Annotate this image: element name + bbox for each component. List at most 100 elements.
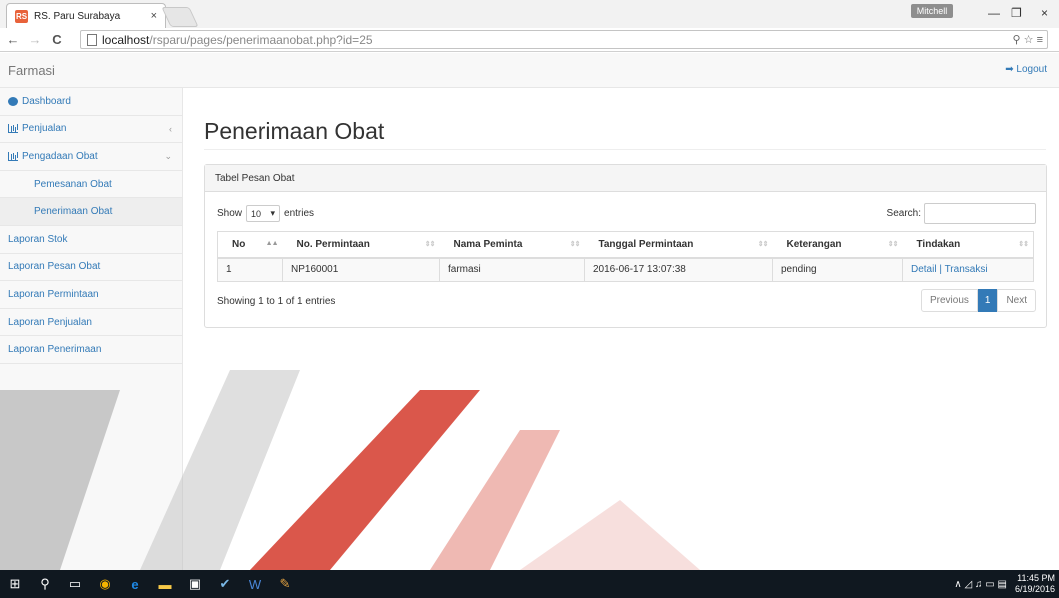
sidebar-item-penjualan[interactable]: Penjualan ‹: [0, 116, 182, 144]
sidebar-item-laporan-penjualan[interactable]: Laporan Penjualan: [0, 309, 182, 337]
table-header-row: No ▲▲ No. Permintaan ⇕⇕ Nama Peminta ⇕⇕ Tan…: [217, 231, 1034, 259]
column-header-no[interactable]: No ▲▲: [217, 231, 283, 259]
table-row: 1 NP160001 farmasi 2016-06-17 13:07:38 p…: [217, 257, 1034, 282]
sidebar-item-laporan-stok[interactable]: Laporan Stok: [0, 226, 182, 254]
store-icon[interactable]: ▣: [180, 570, 210, 598]
cell-tindakan: Detail | Transaksi: [902, 257, 1034, 282]
previous-button[interactable]: Previous: [920, 289, 978, 312]
reload-icon[interactable]: C: [48, 32, 66, 47]
sidebar-item-label: Penjualan: [22, 123, 67, 135]
column-header-no-permintaan[interactable]: No. Permintaan ⇕⇕: [282, 231, 440, 259]
cell-keterangan: pending: [772, 257, 903, 282]
search-icon[interactable]: ⚲: [30, 570, 60, 598]
sort-icon: ⇕⇕: [887, 241, 899, 248]
windows-start-icon[interactable]: ⊞: [0, 570, 30, 598]
sidebar-item-penerimaan-obat[interactable]: Penerimaan Obat: [0, 198, 182, 226]
divider: [204, 149, 1046, 150]
cell-tanggal: 2016-06-17 13:07:38: [584, 257, 773, 282]
favicon-icon: RS: [15, 9, 28, 23]
brand[interactable]: Farmasi: [8, 63, 55, 78]
table-info: Showing 1 to 1 of 1 entries: [217, 296, 336, 307]
top-navbar: Farmasi ➡ Logout: [0, 53, 1059, 88]
checkmark-app-icon[interactable]: ✔: [210, 570, 240, 598]
next-button[interactable]: Next: [997, 289, 1036, 312]
column-header-tindakan[interactable]: Tindakan ⇕⇕: [902, 231, 1034, 259]
tab-title: RS. Paru Surabaya: [34, 10, 121, 22]
sort-icon: ⇕⇕: [569, 241, 581, 248]
data-table: No ▲▲ No. Permintaan ⇕⇕ Nama Peminta ⇕⇕ Tan…: [217, 231, 1034, 282]
browser-tab-bar: RS RS. Paru Surabaya × Mitchell — ❐ ×: [0, 0, 1059, 28]
sort-asc-icon: ▲▲: [265, 240, 279, 247]
clock[interactable]: 11:45 PM 6/19/2016: [1015, 573, 1059, 595]
tray-icons[interactable]: ∧ ◿ ♫ ▭ ▤: [954, 579, 1007, 590]
edge-icon[interactable]: e: [120, 570, 150, 598]
cell-nama-peminta: farmasi: [439, 257, 585, 282]
system-tray: ∧ ◿ ♫ ▭ ▤ 11:45 PM 6/19/2016: [954, 570, 1059, 598]
sidebar-item-laporan-permintaan[interactable]: Laporan Permintaan: [0, 281, 182, 309]
panel-heading: Tabel Pesan Obat: [205, 165, 1046, 192]
back-icon[interactable]: ←: [4, 32, 22, 47]
url-input[interactable]: localhost/rsparu/pages/penerimaanobat.ph…: [80, 30, 1048, 49]
sort-icon: ⇕⇕: [424, 241, 436, 248]
task-view-icon[interactable]: ▭: [60, 570, 90, 598]
bar-chart-icon: [8, 151, 18, 161]
tab-close-icon[interactable]: ×: [151, 10, 157, 22]
chrome-icon[interactable]: ◉: [90, 570, 120, 598]
paint-icon[interactable]: ✎: [270, 570, 300, 598]
sort-icon: ⇕⇕: [1018, 241, 1029, 248]
caret-down-icon: ▾: [270, 208, 276, 218]
forward-icon[interactable]: →: [26, 32, 44, 47]
column-header-tanggal-permintaan[interactable]: Tanggal Permintaan ⇕⇕: [584, 231, 773, 259]
sidebar-item-label: Dashboard: [22, 95, 71, 107]
restore-icon[interactable]: ❐: [1011, 6, 1022, 20]
entries-value: 10: [251, 208, 262, 219]
url-path: /rsparu/pages/penerimaanobat.php?id=25: [149, 32, 373, 47]
page-1-button[interactable]: 1: [977, 289, 998, 312]
sidebar-item-label: Laporan Stok: [8, 233, 68, 245]
search-input[interactable]: [924, 203, 1036, 224]
cell-no-permintaan: NP160001: [282, 257, 440, 282]
url-host: localhost: [102, 32, 150, 47]
length-control: Show 10 ▾ entries: [217, 205, 314, 222]
sidebar-item-pengadaan-obat[interactable]: Pengadaan Obat ⌄: [0, 143, 182, 171]
browser-tab[interactable]: RS RS. Paru Surabaya ×: [6, 3, 166, 28]
sidebar-item-label: Laporan Permintaan: [8, 288, 99, 300]
watermark-logo: [0, 370, 700, 570]
sidebar-item-label: Pengadaan Obat: [22, 150, 98, 162]
sidebar-item-label: Pemesanan Obat: [34, 178, 112, 190]
detail-link[interactable]: Detail: [911, 264, 937, 275]
word-icon[interactable]: W: [240, 570, 270, 598]
pagination: Previous 1 Next: [920, 289, 1036, 312]
cell-no: 1: [217, 257, 283, 282]
panel: Tabel Pesan Obat Show 10 ▾ entries Searc…: [204, 164, 1047, 328]
entries-select[interactable]: 10 ▾: [246, 205, 281, 222]
chevron-down-icon: ⌄: [164, 150, 172, 161]
dashboard-icon: [8, 96, 18, 106]
address-bar-row: ← → C localhost/rsparu/pages/penerimaano…: [0, 28, 1059, 52]
sidebar-item-laporan-pesan-obat[interactable]: Laporan Pesan Obat: [0, 254, 182, 282]
page-icon: [87, 33, 97, 46]
chevron-left-icon: ‹: [169, 123, 172, 134]
sidebar-item-laporan-penerimaan[interactable]: Laporan Penerimaan: [0, 336, 182, 364]
minimize-icon[interactable]: —: [988, 6, 1000, 20]
show-label: Show: [217, 208, 243, 219]
profile-badge[interactable]: Mitchell: [911, 4, 953, 18]
sidebar-item-pemesanan-obat[interactable]: Pemesanan Obat: [0, 171, 182, 199]
column-header-nama-peminta[interactable]: Nama Peminta ⇕⇕: [439, 231, 585, 259]
clock-date: 6/19/2016: [1014, 584, 1055, 594]
close-window-icon[interactable]: ×: [1041, 6, 1048, 20]
omnibox-actions[interactable]: ⚲ ☆ ≡: [1013, 33, 1043, 46]
sidebar-item-label: Penerimaan Obat: [34, 206, 113, 218]
search-control: Search:: [887, 203, 1036, 224]
column-header-keterangan[interactable]: Keterangan ⇕⇕: [772, 231, 903, 259]
entries-label: entries: [284, 208, 315, 219]
sort-icon: ⇕⇕: [757, 241, 769, 248]
logout-link[interactable]: ➡ Logout: [1005, 64, 1047, 75]
clock-time: 11:45 PM: [1017, 573, 1055, 583]
file-explorer-icon[interactable]: ▬: [150, 570, 180, 598]
transaksi-link[interactable]: Transaksi: [945, 264, 988, 275]
sidebar-item-label: Laporan Penerimaan: [8, 344, 102, 356]
link-separator: |: [936, 264, 945, 276]
new-tab-button[interactable]: [161, 7, 199, 27]
sidebar-item-dashboard[interactable]: Dashboard: [0, 88, 182, 116]
